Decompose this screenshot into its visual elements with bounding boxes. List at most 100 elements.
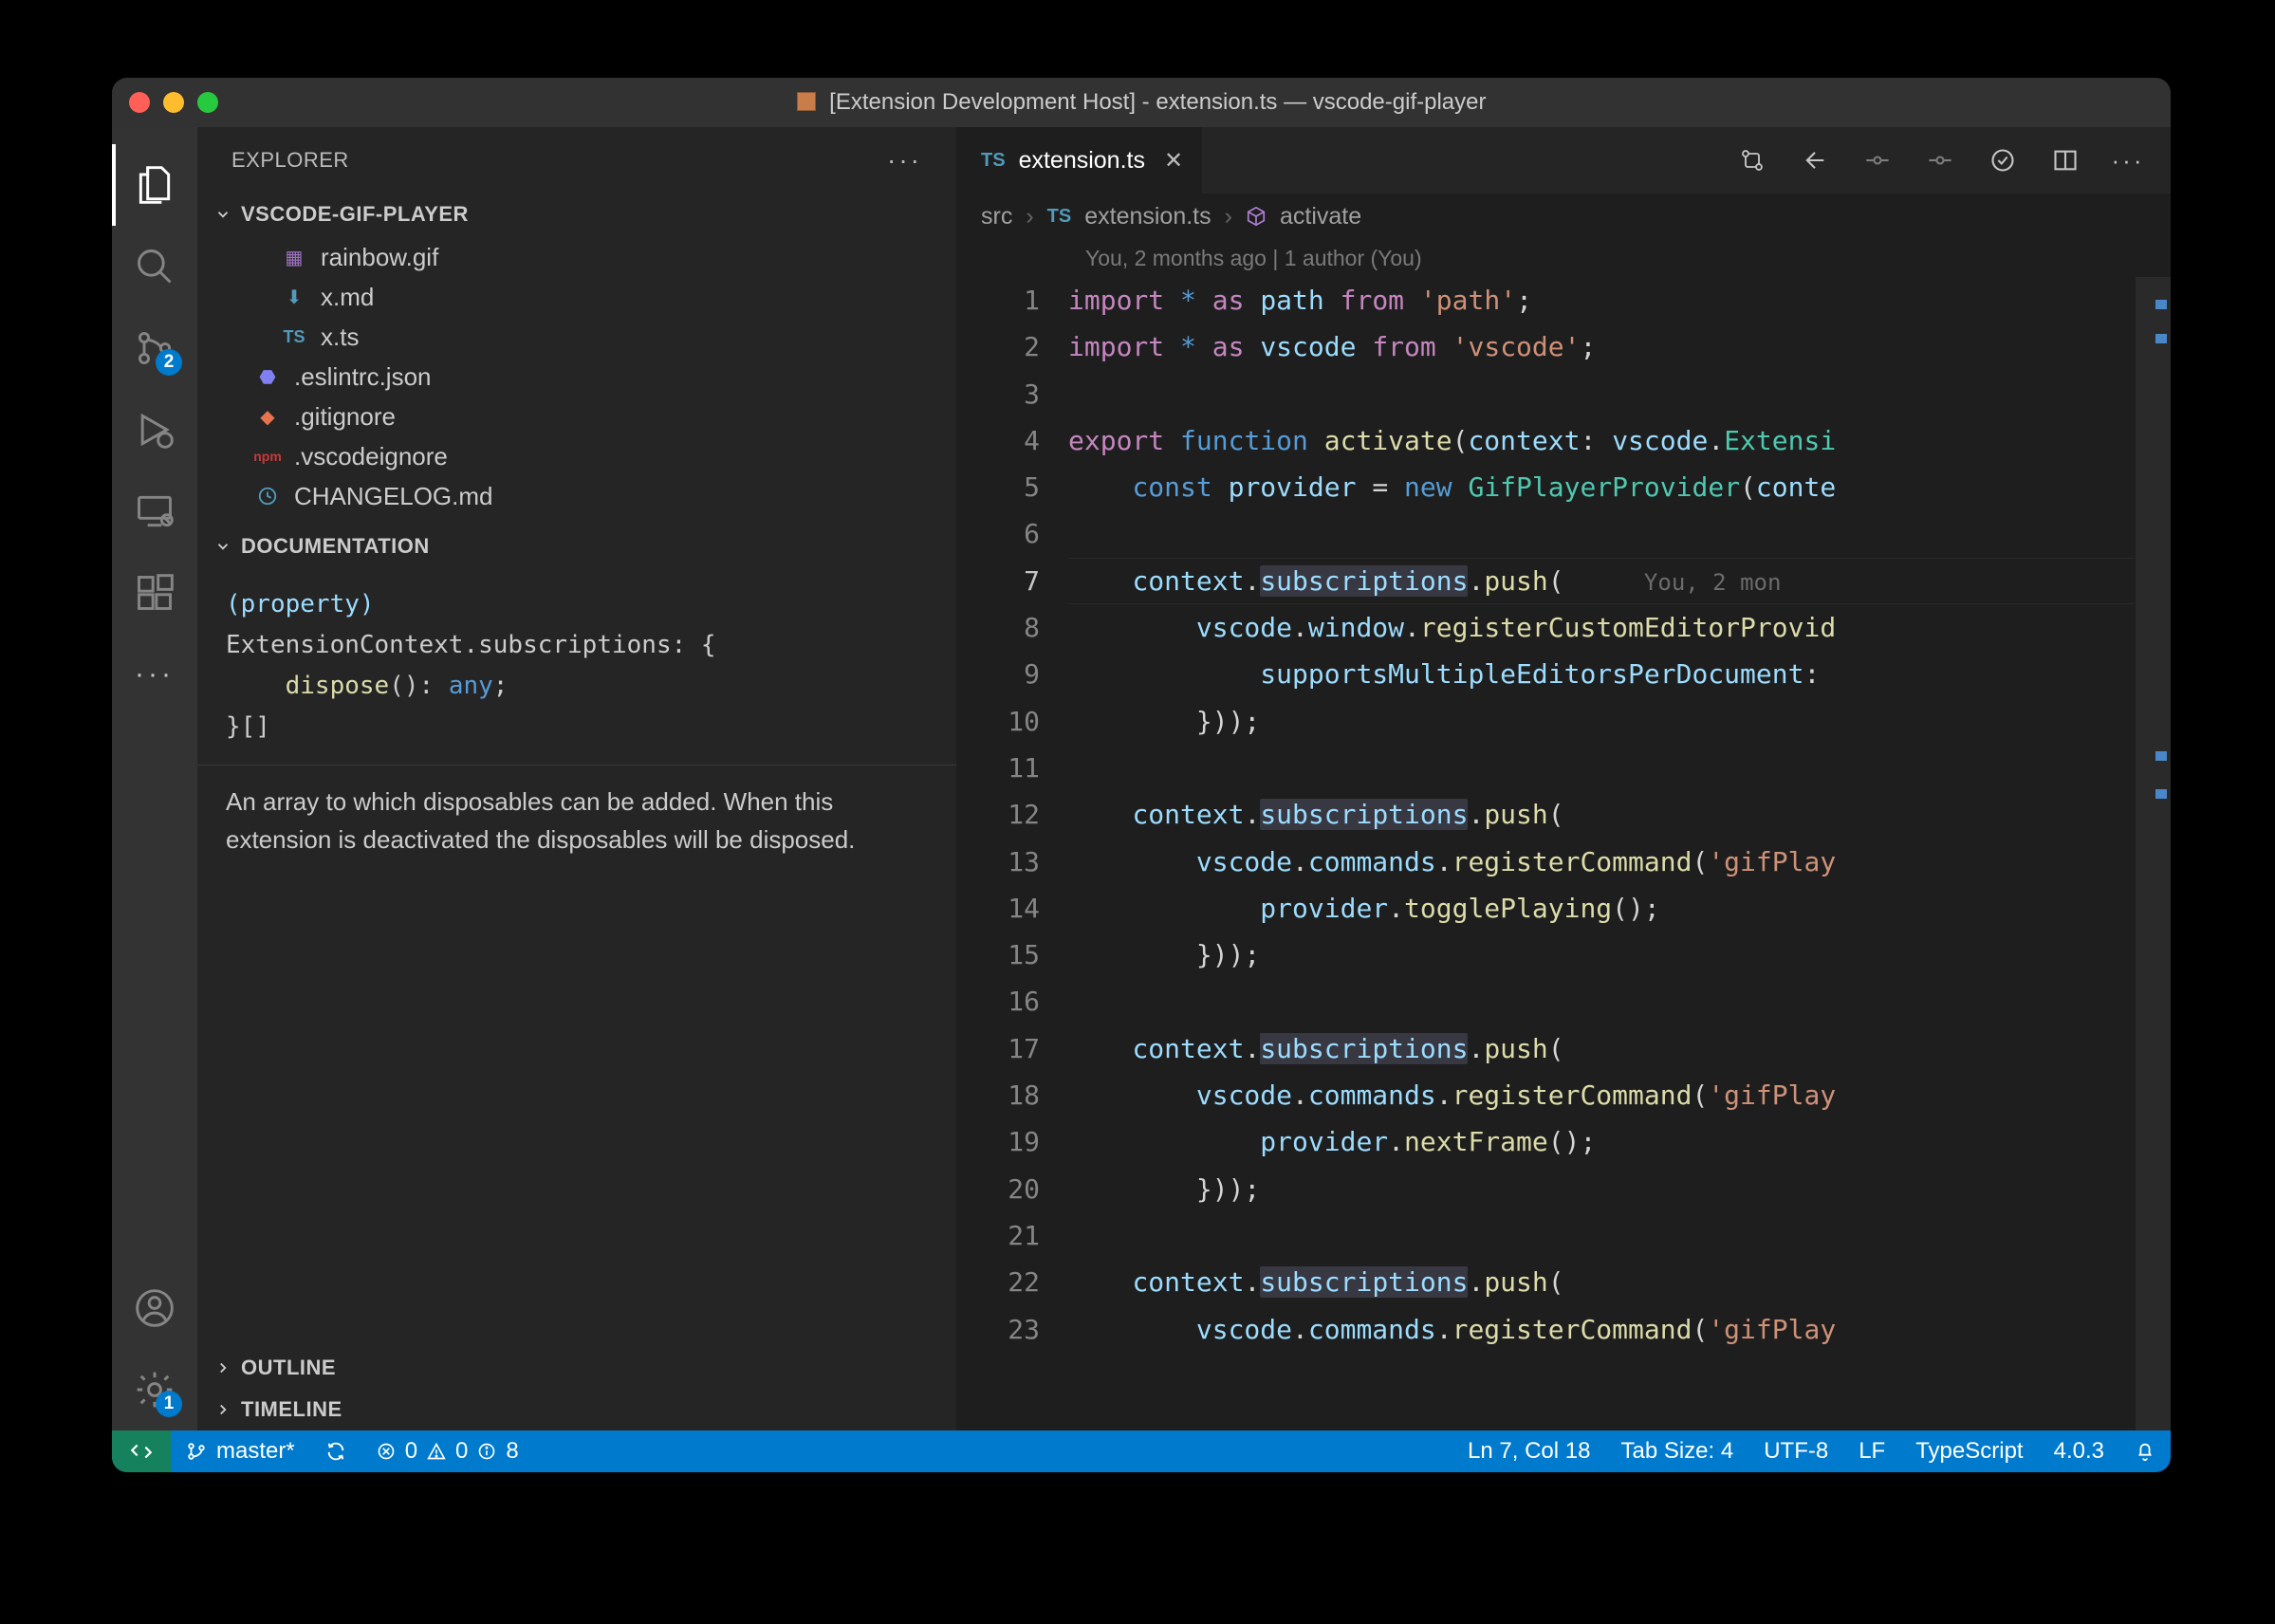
documentation-section-header[interactable]: DOCUMENTATION — [197, 526, 956, 567]
breadcrumb-file[interactable]: extension.ts — [1084, 203, 1211, 231]
git-code-lens[interactable]: You, 2 months ago | 1 author (You) — [956, 239, 2171, 277]
typescript-file-icon: TS — [981, 150, 1006, 172]
scm-activity[interactable]: 2 — [112, 307, 197, 389]
debug-icon — [134, 409, 176, 451]
app-icon — [797, 92, 816, 111]
remote-explorer-icon — [134, 490, 176, 532]
npm-file-icon: npm — [254, 443, 281, 470]
remote-icon — [129, 1439, 154, 1464]
line-number-gutter: 1 2 3 4 5 6 7 8 9 10 11 12 13 14 15 16 1 — [956, 277, 1068, 1430]
breadcrumb-folder[interactable]: src — [981, 203, 1012, 231]
file-tree: ▦ rainbow.gif ⬇ x.md TS x.ts ⬣ .eslintrc… — [197, 235, 956, 526]
remote-indicator[interactable] — [112, 1430, 171, 1472]
sidebar-title: EXPLORER — [231, 148, 349, 173]
settings-activity[interactable]: 1 — [112, 1349, 197, 1430]
tab-label: extension.ts — [1019, 147, 1145, 175]
remote-explorer-activity[interactable] — [112, 471, 197, 552]
compare-changes-button[interactable] — [1738, 146, 1766, 175]
file-changelog[interactable]: CHANGELOG.md — [197, 476, 956, 516]
eol-status[interactable]: LF — [1843, 1430, 1900, 1472]
more-editor-actions-button[interactable]: ··· — [2114, 146, 2142, 175]
info-icon — [477, 1442, 496, 1461]
chevron-down-icon — [211, 206, 235, 223]
split-editor-button[interactable] — [2051, 146, 2080, 175]
editor-tabs: TS extension.ts ✕ ··· — [956, 127, 2171, 194]
sidebar-title-row: EXPLORER ··· — [197, 127, 956, 194]
editor-toolbar: ··· — [1738, 146, 2171, 175]
editor-group: TS extension.ts ✕ ··· src › TS — [956, 127, 2171, 1430]
extensions-activity[interactable] — [112, 552, 197, 634]
sidebar-more-button[interactable]: ··· — [887, 145, 922, 175]
file-gitignore[interactable]: ◆ .gitignore — [197, 397, 956, 436]
commit-next-button[interactable] — [1926, 146, 1954, 175]
search-activity[interactable] — [112, 226, 197, 307]
toggle-lens-button[interactable] — [1988, 146, 2017, 175]
git-branch-icon — [186, 1441, 207, 1462]
indentation-status[interactable]: Tab Size: 4 — [1605, 1430, 1748, 1472]
ellipsis-icon: ··· — [135, 658, 175, 691]
file-x-ts[interactable]: TS x.ts — [197, 317, 956, 357]
file-eslintrc[interactable]: ⬣ .eslintrc.json — [197, 357, 956, 397]
go-back-button[interactable] — [1801, 146, 1829, 175]
code-editor[interactable]: 1 2 3 4 5 6 7 8 9 10 11 12 13 14 15 16 1 — [956, 277, 2171, 1430]
tab-extension-ts[interactable]: TS extension.ts ✕ — [956, 127, 1203, 194]
scm-badge: 2 — [156, 349, 182, 376]
more-activity[interactable]: ··· — [112, 634, 197, 715]
extensions-icon — [134, 572, 176, 614]
code-content[interactable]: import * as path from 'path'; import * a… — [1068, 277, 2171, 1430]
close-window-button[interactable] — [129, 92, 150, 113]
maximize-window-button[interactable] — [197, 92, 218, 113]
vscode-window: [Extension Development Host] - extension… — [112, 78, 2171, 1472]
markdown-file-icon: ⬇ — [281, 284, 307, 310]
history-file-icon — [254, 483, 281, 509]
chevron-right-icon — [211, 1401, 235, 1418]
minimap[interactable] — [2135, 277, 2171, 1430]
files-icon — [134, 164, 176, 206]
chevron-right-icon — [211, 1359, 235, 1376]
documentation-description: An array to which disposables can be add… — [226, 783, 928, 859]
account-icon — [134, 1287, 176, 1329]
problems-status[interactable]: 0 0 8 — [361, 1430, 534, 1472]
outline-section-header[interactable]: OUTLINE — [197, 1347, 956, 1389]
typescript-file-icon: TS — [281, 323, 307, 350]
file-x-md[interactable]: ⬇ x.md — [197, 277, 956, 317]
settings-badge: 1 — [156, 1391, 182, 1417]
git-file-icon: ◆ — [254, 403, 281, 430]
image-file-icon: ▦ — [281, 244, 307, 270]
typescript-version-status[interactable]: 4.0.3 — [2039, 1430, 2119, 1472]
documentation-panel: (property) ExtensionContext.subscription… — [197, 567, 956, 876]
timeline-section-header[interactable]: TIMELINE — [197, 1389, 956, 1430]
method-icon — [1246, 206, 1267, 227]
sync-icon — [325, 1441, 346, 1462]
git-branch-status[interactable]: master* — [171, 1430, 310, 1472]
explorer-activity[interactable] — [112, 144, 197, 226]
breadcrumb[interactable]: src › TS extension.ts › activate — [956, 194, 2171, 239]
run-debug-activity[interactable] — [112, 389, 197, 471]
notifications-status[interactable] — [2119, 1430, 2171, 1472]
sync-status[interactable] — [310, 1430, 361, 1472]
encoding-status[interactable]: UTF-8 — [1748, 1430, 1843, 1472]
file-rainbow-gif[interactable]: ▦ rainbow.gif — [197, 237, 956, 277]
file-vscodeignore[interactable]: npm .vscodeignore — [197, 436, 956, 476]
documentation-signature: (property) ExtensionContext.subscription… — [226, 584, 928, 747]
current-line-highlight — [1068, 558, 2171, 604]
cursor-position-status[interactable]: Ln 7, Col 18 — [1452, 1430, 1605, 1472]
search-icon — [134, 246, 176, 287]
chevron-right-icon: › — [1225, 203, 1232, 231]
window-title: [Extension Development Host] - extension… — [112, 89, 2171, 116]
close-tab-button[interactable]: ✕ — [1164, 147, 1183, 175]
commit-prev-button[interactable] — [1863, 146, 1892, 175]
accounts-activity[interactable] — [112, 1267, 197, 1349]
bell-icon — [2135, 1441, 2155, 1462]
minimize-window-button[interactable] — [163, 92, 184, 113]
error-icon — [377, 1442, 396, 1461]
window-controls — [129, 92, 218, 113]
typescript-file-icon: TS — [1047, 206, 1072, 228]
eslint-file-icon: ⬣ — [254, 363, 281, 390]
activity-bar: 2 ··· 1 — [112, 127, 197, 1430]
warning-icon — [427, 1442, 446, 1461]
language-mode-status[interactable]: TypeScript — [1900, 1430, 2038, 1472]
chevron-down-icon — [211, 538, 235, 555]
breadcrumb-symbol[interactable]: activate — [1280, 203, 1361, 231]
project-section-header[interactable]: VSCODE-GIF-PLAYER — [197, 194, 956, 235]
